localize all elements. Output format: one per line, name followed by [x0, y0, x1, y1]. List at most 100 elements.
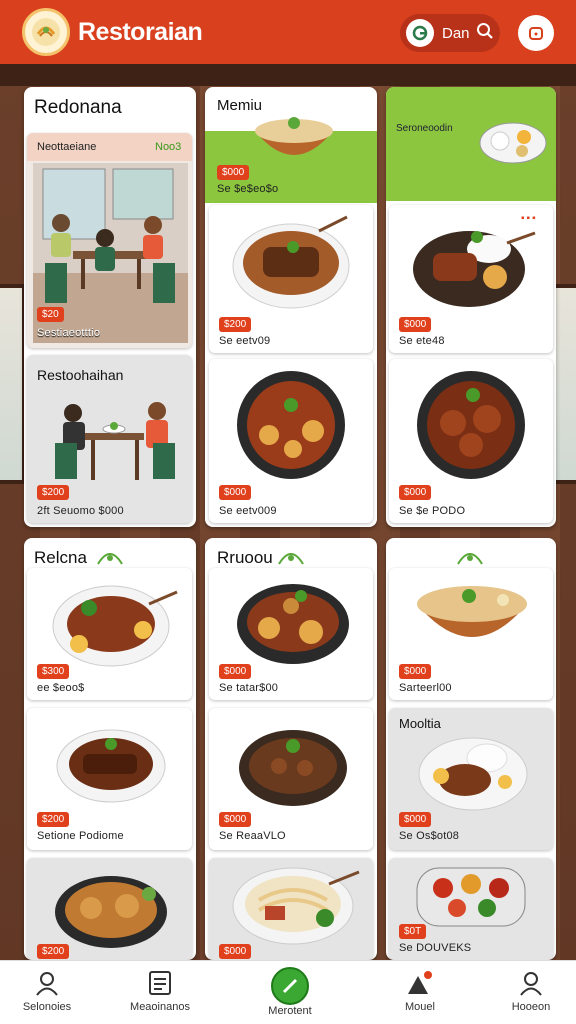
price-tag: $000 — [399, 317, 432, 332]
dining-scene-card-2[interactable]: Restoohaihan $200 2ft Seuomo $000 — [27, 355, 192, 523]
dish-caption: Se $e$eo$o — [217, 183, 279, 195]
couple-dining-illustration — [55, 402, 175, 480]
beef-stew-bowl-image — [239, 730, 347, 806]
sauce-tray-image — [416, 867, 526, 927]
noodle-beef-bowl-image — [232, 215, 350, 309]
panel-seroneoodin[interactable]: Seroneoodin ▪▪▪ $000 Se ete48 $000 Se $e… — [386, 87, 556, 527]
rice-bowl-image — [255, 117, 333, 155]
fried-rice-bowl-image — [417, 586, 527, 637]
scene2-title: Restoohaihan — [37, 367, 124, 383]
rice-meat-plate-image — [418, 737, 528, 811]
price-tag: $200 — [37, 944, 70, 959]
dish-card[interactable]: $000 Se $e PODO — [389, 359, 553, 523]
dish-card[interactable]: $000 Se eetv009 — [209, 359, 373, 523]
noodle-salad-bowl-image — [232, 867, 360, 945]
dish-card[interactable]: $200 Se eetv09 — [209, 205, 373, 353]
dining-scene-card[interactable]: Neottaeiane Noo3 $20 Sestiaeotttio — [27, 133, 192, 348]
price-tag: $300 — [37, 664, 70, 679]
dish-caption: ee $eoo$ — [37, 682, 85, 694]
mountain-badge-icon — [406, 969, 434, 997]
price-tag: $000 — [399, 485, 432, 500]
scene2-caption: 2ft Seuomo $000 — [37, 505, 124, 517]
nav-item-selonoies[interactable]: Selonoies — [0, 961, 97, 1024]
pencil-icon — [271, 967, 309, 1005]
potato-chicken-bowl-image — [237, 584, 349, 664]
dish-caption: Se $e PODO — [399, 505, 466, 517]
search-text: Dan — [442, 24, 470, 42]
scene-banner-tag: Noo3 — [155, 141, 182, 153]
bag-icon — [529, 27, 543, 40]
panel-title: Rruoou — [217, 548, 273, 567]
nav-label: Merotent — [268, 1005, 312, 1017]
panel-relcna[interactable]: Relcna $300 ee $eoo$ $200 Setione Podiom… — [24, 538, 196, 960]
bottom-navigation: Selonoies Meaoinanos Merotent Mouel Hooe… — [0, 960, 576, 1024]
rice-chicken-bowl-image — [413, 231, 536, 307]
dish-card[interactable]: $000 Se ReaaVLO — [209, 708, 373, 850]
nav-label: Selonoies — [22, 1001, 72, 1013]
price-tag: $000 — [219, 944, 252, 959]
price-tag: $000 — [219, 485, 252, 500]
dish-card[interactable]: $200 Setione Podiome — [27, 708, 192, 850]
price-tag: $20 — [37, 307, 64, 322]
panel-title: Relcna — [34, 548, 87, 567]
app-title: Restoraian — [78, 17, 203, 46]
left-window — [0, 284, 26, 484]
search-icon[interactable] — [476, 22, 494, 45]
dish-caption: Se eetv009 — [219, 505, 277, 517]
dish-card[interactable]: $000 Sarteerl00 — [389, 568, 553, 700]
dish-card[interactable]: $000 — [209, 858, 373, 960]
panel-memiu[interactable]: Memiu $000 Se $e$eo$o $200 Se eetv09 $00… — [205, 87, 377, 527]
dish-caption: Se DOUVEKS — [399, 942, 472, 954]
card-title: Mooltia — [399, 716, 441, 731]
price-tag: $000 — [219, 664, 252, 679]
dish-caption: Se tatar$00 — [219, 682, 279, 694]
dish-caption: Se ete48 — [399, 335, 445, 347]
nav-label: Hooeon — [511, 1001, 551, 1013]
panel-redonana[interactable]: Redonana Neottaeiane Noo3 $20 Sestiaeott… — [24, 87, 196, 527]
ceiling-beam — [0, 64, 576, 86]
google-icon — [406, 19, 434, 47]
price-tag: $000 — [219, 812, 252, 827]
scene-banner-title: Neottaeiane — [37, 141, 97, 153]
price-tag: $200 — [37, 485, 70, 500]
dish-caption: Se eetv09 — [219, 335, 271, 347]
price-tag: $000 — [217, 165, 250, 180]
search-pill[interactable]: Dan — [400, 14, 500, 52]
profile-icon — [518, 969, 544, 997]
price-tag: $000 — [399, 812, 432, 827]
dish-caption: Se Os$ot08 — [399, 830, 460, 842]
nav-item-mouel[interactable]: Mouel — [370, 961, 470, 1024]
fried-chicken-bowl-image — [55, 876, 167, 948]
curry-egg-plate-image — [52, 585, 178, 667]
dish-card[interactable]: $0T Se DOUVEKS — [389, 858, 553, 960]
price-tag: $200 — [219, 317, 252, 332]
dish-card[interactable]: ▪▪▪ $000 Se ete48 — [389, 205, 553, 353]
menu-list-icon — [147, 969, 173, 997]
dish-caption: Sarteerl00 — [399, 682, 452, 694]
price-tag: $0T — [399, 924, 427, 939]
panel-title: Redonana — [34, 97, 122, 118]
panel-rruoou[interactable]: Rruoou $000 Se tatar$00 $000 Se ReaaVLO … — [205, 538, 377, 960]
braised-pork-bowl-image — [56, 729, 166, 803]
user-icon — [34, 969, 60, 997]
dish-card[interactable]: Mooltia $000 Se Os$ot08 — [389, 708, 553, 850]
dish-caption: Setione Podiome — [37, 830, 124, 842]
dish-card[interactable]: $200 — [27, 858, 192, 960]
nav-label: Mouel — [405, 1001, 435, 1013]
app-header: Restoraian Dan — [0, 0, 576, 64]
dish-caption: Se ReaaVLO — [219, 830, 286, 842]
nav-item-meaoinanos[interactable]: Meaoinanos — [110, 961, 210, 1024]
panel-mooltia[interactable]: $000 Sarteerl00 Mooltia $000 Se Os$ot08 — [386, 538, 556, 960]
scene-caption: Sestiaeotttio — [37, 327, 101, 339]
price-tag: $000 — [399, 664, 432, 679]
potato-stew-image — [237, 371, 345, 479]
cart-button[interactable] — [518, 15, 554, 51]
food-plate-logo[interactable] — [22, 8, 70, 56]
nav-item-merotent[interactable]: Merotent — [240, 961, 340, 1024]
band-title: Seroneoodin — [396, 123, 453, 134]
dish-card[interactable]: $000 Se tatar$00 — [209, 568, 373, 700]
sauce-plate-image — [479, 122, 547, 164]
dish-card[interactable]: $300 ee $eoo$ — [27, 568, 192, 700]
braised-meat-image — [417, 371, 525, 479]
nav-item-hooeon[interactable]: Hooeon — [481, 961, 576, 1024]
